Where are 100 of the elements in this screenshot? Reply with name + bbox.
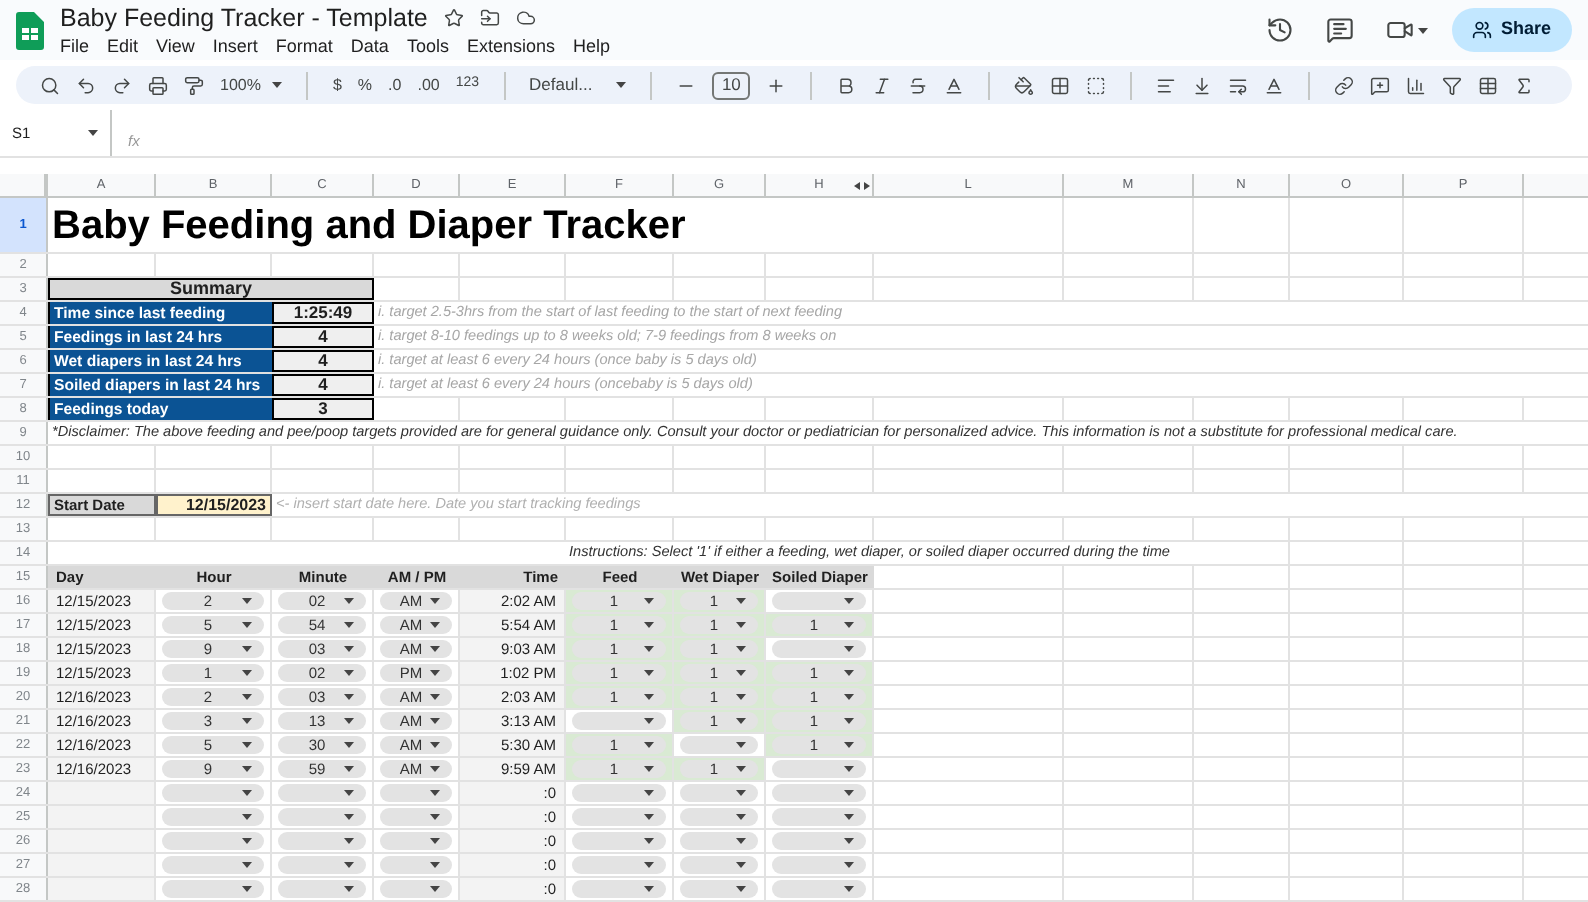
- menu-item[interactable]: File: [60, 34, 90, 59]
- strikethrough-icon[interactable]: [908, 75, 929, 96]
- document-title[interactable]: Baby Feeding Tracker - Template: [60, 2, 428, 35]
- text-wrap-icon[interactable]: [1228, 75, 1249, 96]
- menu-item[interactable]: Format: [275, 34, 333, 59]
- printer-icon[interactable]: [148, 75, 168, 96]
- caret-icon: [242, 718, 252, 724]
- sigma-icon[interactable]: [1514, 75, 1535, 96]
- italic-icon[interactable]: [872, 75, 893, 96]
- caret-icon: [644, 862, 654, 868]
- text-rotation-icon[interactable]: [1264, 75, 1285, 96]
- caret-icon: [344, 646, 354, 652]
- caret-icon: [844, 862, 854, 868]
- borders-icon[interactable]: [1050, 75, 1071, 96]
- caret-icon: [736, 886, 746, 892]
- dropdown-chip[interactable]: [380, 856, 452, 874]
- currency-format[interactable]: $: [332, 73, 342, 98]
- vertical-align-icon[interactable]: [1192, 75, 1213, 96]
- caret-icon: [272, 82, 283, 89]
- caret-icon: [844, 718, 854, 724]
- caret-icon: [344, 886, 354, 892]
- menu-item[interactable]: Edit: [107, 34, 139, 59]
- decrease-decimals[interactable]: .0: [388, 73, 402, 98]
- link-icon[interactable]: [1334, 75, 1355, 96]
- merge-cells-icon[interactable]: [1086, 75, 1107, 96]
- caret-icon: [644, 742, 654, 748]
- menu-item[interactable]: View: [156, 34, 195, 59]
- dropdown-chip[interactable]: [680, 856, 758, 874]
- font-size-field[interactable]: 10: [712, 71, 751, 100]
- dropdown-chip[interactable]: [680, 784, 758, 802]
- caret-icon: [344, 694, 354, 700]
- caret-icon: [430, 862, 440, 868]
- dropdown-chip[interactable]: [380, 832, 452, 850]
- menu-item[interactable]: Tools: [406, 34, 449, 59]
- caret-icon: [644, 790, 654, 796]
- percent-format[interactable]: %: [357, 73, 373, 98]
- dropdown-chip[interactable]: [680, 832, 758, 850]
- caret-icon: [430, 790, 440, 796]
- spreadsheet-logo-icon[interactable]: [16, 11, 44, 50]
- caret-icon: [344, 862, 354, 868]
- folder-icon[interactable]: [479, 8, 500, 29]
- fill-color-icon[interactable]: [1014, 75, 1035, 96]
- hidden-columns-icon[interactable]: [854, 182, 870, 190]
- increase-decimals[interactable]: .00: [417, 73, 440, 98]
- caret-icon: [430, 742, 440, 748]
- caret-icon: [430, 622, 440, 628]
- dropdown-chip[interactable]: [680, 736, 758, 754]
- caret-icon: [644, 646, 654, 652]
- summary-value: 3: [272, 398, 374, 420]
- redo-icon[interactable]: [112, 75, 132, 96]
- caret-icon: [242, 598, 252, 604]
- caret-icon: [644, 766, 654, 772]
- summary-value: 4: [272, 350, 374, 372]
- caret-icon: [430, 694, 440, 700]
- add-comment-icon[interactable]: [1370, 75, 1391, 96]
- chart-icon[interactable]: [1406, 75, 1427, 96]
- bold-icon[interactable]: [836, 75, 857, 96]
- zoom-select[interactable]: 100%: [220, 73, 283, 98]
- caret-icon: [430, 646, 440, 652]
- dropdown-chip[interactable]: [380, 784, 452, 802]
- dropdown-chip[interactable]: [380, 808, 452, 826]
- caret-icon: [242, 646, 252, 652]
- font-select[interactable]: Defaul...: [529, 72, 627, 98]
- cloud-icon[interactable]: [515, 8, 536, 29]
- table-icon[interactable]: [1478, 75, 1499, 96]
- caret-icon: [344, 670, 354, 676]
- caret-icon: [736, 742, 746, 748]
- star-icon[interactable]: [443, 8, 464, 29]
- caret-icon: [844, 814, 854, 820]
- comment-icon[interactable]: [1326, 16, 1354, 45]
- caret-icon: [616, 82, 627, 89]
- menu-item[interactable]: Help: [572, 34, 610, 59]
- caret-icon: [736, 670, 746, 676]
- filter-icon[interactable]: [1442, 75, 1463, 96]
- caret-icon: [88, 129, 98, 136]
- caret-icon: [242, 886, 252, 892]
- paint-roller-icon[interactable]: [184, 75, 204, 96]
- caret-icon: [1418, 27, 1428, 34]
- text-color-icon[interactable]: [944, 75, 965, 96]
- dropdown-chip[interactable]: [680, 880, 758, 898]
- menu-item[interactable]: Extensions: [466, 34, 555, 59]
- caret-icon: [736, 766, 746, 772]
- dropdown-chip[interactable]: [680, 808, 758, 826]
- caret-icon: [736, 694, 746, 700]
- menu-item[interactable]: Insert: [212, 34, 258, 59]
- caret-icon: [736, 838, 746, 844]
- caret-icon: [242, 766, 252, 772]
- align-icon[interactable]: [1156, 75, 1177, 96]
- caret-icon: [242, 862, 252, 868]
- search-icon[interactable]: [40, 75, 60, 96]
- caret-icon: [644, 814, 654, 820]
- caret-icon: [242, 790, 252, 796]
- plus-icon[interactable]: [766, 75, 787, 96]
- share-button[interactable]: Share: [1452, 8, 1572, 53]
- start-date-field[interactable]: 12/15/2023: [156, 494, 272, 516]
- dropdown-chip[interactable]: [380, 880, 452, 898]
- caret-icon: [344, 814, 354, 820]
- menu-item[interactable]: Data: [350, 34, 389, 59]
- history-icon[interactable]: [1266, 16, 1294, 45]
- undo-icon[interactable]: [76, 75, 96, 96]
